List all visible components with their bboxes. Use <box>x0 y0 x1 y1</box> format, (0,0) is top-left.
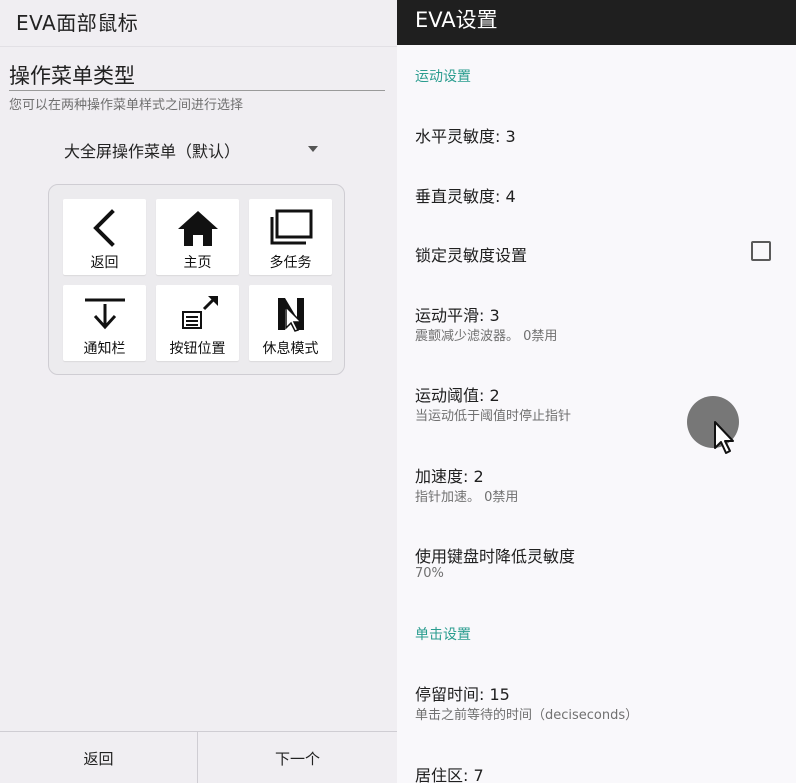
next-button[interactable]: 下一个 <box>198 732 397 783</box>
menu-type-dropdown[interactable]: 大全屏操作菜单（默认） <box>64 136 322 164</box>
category-motion-settings: 运动设置 <box>415 69 471 85</box>
screen: EVA面部鼠标 操作菜单类型 您可以在两种操作菜单样式之间进行选择 大全屏操作菜… <box>0 0 796 783</box>
action-menu-preview: 返回 主页 多任务 通知栏 按钮位置 休息模式 <box>48 184 345 375</box>
tile-home[interactable]: 主页 <box>156 199 239 275</box>
settings-title: EVA设置 <box>415 8 498 32</box>
lock-sensitivity-checkbox[interactable] <box>751 241 771 261</box>
pref-horizontal-sensitivity[interactable]: 水平灵敏度: 3 <box>397 123 796 163</box>
setup-wizard-pane: EVA面部鼠标 操作菜单类型 您可以在两种操作菜单样式之间进行选择 大全屏操作菜… <box>0 0 397 783</box>
tile-label: 按钮位置 <box>169 341 226 357</box>
tile-label: 通知栏 <box>83 341 126 357</box>
pref-title: 水平灵敏度: 3 <box>415 127 516 146</box>
pref-vertical-sensitivity[interactable]: 垂直灵敏度: 4 <box>397 183 796 223</box>
pref-title: 居住区: 7 <box>415 766 484 783</box>
pref-title: 运动平滑: 3 <box>415 306 500 325</box>
tile-label: 休息模式 <box>262 341 319 357</box>
tile-back[interactable]: 返回 <box>63 199 146 275</box>
button-position-icon <box>156 291 239 337</box>
pref-summary: 70% <box>415 566 444 581</box>
multitask-icon <box>249 205 332 251</box>
back-chevron-icon <box>63 205 146 251</box>
back-button[interactable]: 返回 <box>0 732 197 783</box>
pref-title: 使用键盘时降低灵敏度 <box>415 547 576 566</box>
pref-acceleration[interactable]: 加速度: 2 指针加速。 0禁用 <box>397 463 796 513</box>
tile-rest-mode[interactable]: 休息模式 <box>249 285 332 361</box>
pref-summary: 震颤减少滤波器。 0禁用 <box>415 329 558 344</box>
pref-title: 锁定灵敏度设置 <box>415 246 528 265</box>
pref-keyboard-sensitivity[interactable]: 使用键盘时降低灵敏度 70% <box>397 543 796 593</box>
pref-summary: 单击之前等待的时间（deciseconds） <box>415 708 639 723</box>
pref-lock-sensitivity[interactable]: 锁定灵敏度设置 <box>397 242 796 282</box>
tile-multitask[interactable]: 多任务 <box>249 199 332 275</box>
tile-button-position[interactable]: 按钮位置 <box>156 285 239 361</box>
dropdown-selected-value: 大全屏操作菜单（默认） <box>64 142 241 161</box>
pref-dwell-time[interactable]: 停留时间: 15 单击之前等待的时间（deciseconds） <box>397 681 796 731</box>
tile-label: 主页 <box>183 255 212 271</box>
pref-title: 停留时间: 15 <box>415 685 510 704</box>
settings-pane: EVA设置 运动设置 水平灵敏度: 3 垂直灵敏度: 4 锁定灵敏度设置 运动平… <box>397 0 796 783</box>
section-divider <box>9 90 385 91</box>
pref-motion-smoothing[interactable]: 运动平滑: 3 震颤减少滤波器。 0禁用 <box>397 302 796 352</box>
section-title: 操作菜单类型 <box>9 64 135 88</box>
section-description: 您可以在两种操作菜单样式之间进行选择 <box>9 98 244 113</box>
wizard-nav-bar: 返回 下一个 <box>0 731 397 783</box>
tile-label: 返回 <box>90 255 119 271</box>
app-title: EVA面部鼠标 <box>16 11 139 35</box>
pref-title: 加速度: 2 <box>415 467 484 486</box>
pref-dwell-area[interactable]: 居住区: 7 <box>397 762 796 783</box>
pref-summary: 当运动低于阈值时停止指针 <box>415 409 572 424</box>
dropdown-arrow-icon <box>308 146 318 152</box>
rest-mode-icon <box>249 291 332 337</box>
tile-notification-bar[interactable]: 通知栏 <box>63 285 146 361</box>
app-bar: EVA面部鼠标 <box>0 0 397 47</box>
category-click-settings: 单击设置 <box>415 627 471 643</box>
pref-title: 运动阈值: 2 <box>415 386 500 405</box>
mouse-pointer-icon <box>713 420 735 456</box>
pref-title: 垂直灵敏度: 4 <box>415 187 516 206</box>
settings-app-bar: EVA设置 <box>397 0 796 45</box>
notification-bar-icon <box>63 291 146 337</box>
home-icon <box>156 205 239 251</box>
tile-label: 多任务 <box>269 255 312 271</box>
pref-summary: 指针加速。 0禁用 <box>415 490 519 505</box>
